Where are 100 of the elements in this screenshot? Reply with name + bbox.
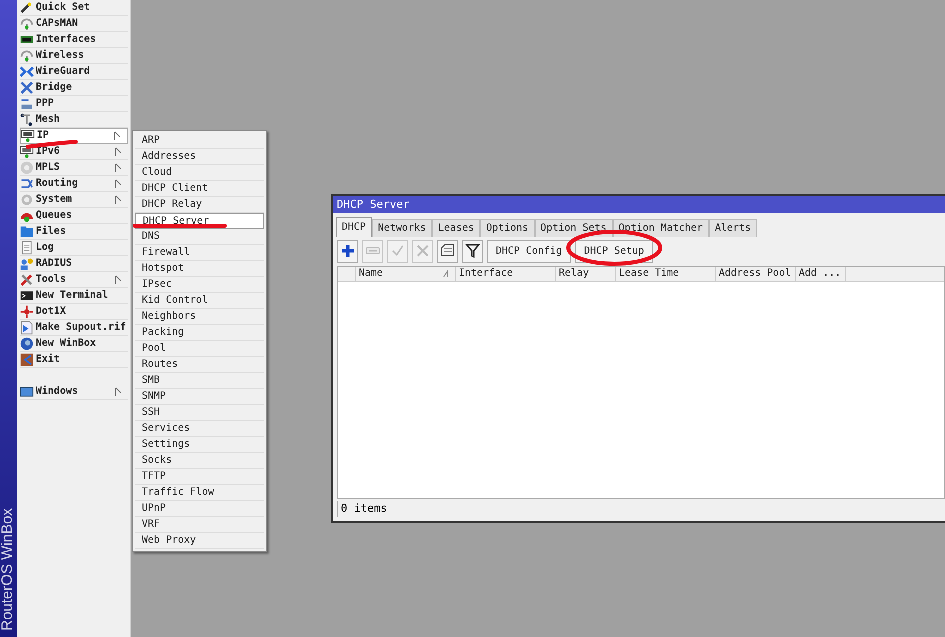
comment-button[interactable] — [437, 240, 458, 262]
menu-label: IPv6 — [36, 144, 60, 158]
menu-item[interactable]: New Terminal — [20, 288, 128, 304]
menu-icon — [20, 336, 34, 350]
menu-icon — [20, 256, 34, 270]
submenu-item[interactable]: Settings — [135, 437, 264, 453]
menu-label: System — [36, 192, 72, 206]
submenu-item[interactable]: SSH — [135, 405, 264, 421]
tab[interactable]: Options — [480, 219, 535, 237]
menu-label: PPP — [36, 96, 54, 110]
menu-label: Wireless — [36, 48, 84, 62]
tab[interactable]: Option Matcher — [612, 219, 710, 237]
tab[interactable]: Networks — [372, 219, 432, 237]
menu-icon — [20, 96, 34, 110]
menu-item[interactable]: Tools — [20, 272, 128, 288]
menu-label: IP — [37, 129, 50, 143]
menu-label: Interfaces — [36, 32, 96, 46]
menu-item[interactable]: IP — [20, 128, 128, 144]
submenu-item[interactable]: Cloud — [135, 165, 264, 181]
menu-icon — [20, 352, 34, 366]
menu-item[interactable]: WireGuard — [20, 64, 128, 80]
column-header: Relay — [556, 267, 616, 281]
menu-label: MPLS — [36, 160, 60, 174]
sort-icon — [443, 270, 449, 278]
toolbar-button[interactable]: DHCP Config — [487, 240, 572, 262]
menu-item[interactable]: Make Supout.rif — [20, 320, 128, 336]
menu-label: CAPsMAN — [36, 16, 78, 30]
status-text: 0 items — [337, 501, 945, 517]
add-button[interactable] — [337, 240, 358, 262]
menu-icon — [20, 304, 34, 318]
menu-icon — [20, 176, 34, 190]
menu-icon — [20, 240, 34, 254]
menu-label: New WinBox — [36, 336, 96, 350]
filter-icon — [464, 243, 480, 259]
menu-icon — [20, 192, 34, 206]
submenu-item[interactable]: Services — [135, 421, 264, 437]
menu-item[interactable]: Quick Set — [20, 0, 128, 16]
submenu-item[interactable]: Pool — [135, 341, 264, 357]
submenu-item[interactable]: IPsec — [135, 277, 264, 293]
enable-icon — [390, 243, 406, 259]
submenu-item[interactable]: Addresses — [135, 149, 264, 165]
menu-label: New Terminal — [36, 288, 108, 302]
menu-item[interactable]: Dot1X — [20, 304, 128, 320]
submenu-item[interactable]: Firewall — [135, 245, 264, 261]
menu-icon — [20, 112, 34, 126]
submenu-item[interactable]: ARP — [135, 133, 264, 149]
menu-item[interactable]: Log — [20, 240, 128, 256]
menu-icon — [21, 129, 35, 143]
menu-item[interactable]: PPP — [20, 96, 128, 112]
menu-item[interactable]: IPv6 — [20, 144, 128, 160]
submenu-item[interactable]: Packing — [135, 325, 264, 341]
tab[interactable]: DHCP — [336, 217, 372, 237]
submenu-item[interactable]: SMB — [135, 373, 264, 389]
menu-item[interactable]: Files — [20, 224, 128, 240]
menu-icon — [20, 384, 34, 398]
window-title: DHCP Server — [333, 196, 945, 213]
submenu-item[interactable]: DHCP Client — [135, 181, 264, 197]
menu-item[interactable]: MPLS — [20, 160, 128, 176]
menu-item[interactable]: Exit — [20, 352, 128, 368]
menu-item[interactable]: Wireless — [20, 48, 128, 64]
menu-label: Bridge — [36, 80, 72, 94]
tab[interactable]: Alerts — [709, 219, 758, 237]
filter-button[interactable] — [462, 240, 483, 262]
menu-label: Exit — [36, 352, 60, 366]
menu-icon — [20, 288, 34, 302]
menu-icon — [20, 48, 34, 62]
submenu-item[interactable]: Socks — [135, 453, 264, 469]
menu-icon — [20, 16, 34, 30]
submenu-item[interactable]: Neighbors — [135, 309, 264, 325]
menu-item[interactable]: Bridge — [20, 80, 128, 96]
submenu-item[interactable]: DNS — [135, 229, 264, 245]
submenu-item[interactable]: Hotspot — [135, 261, 264, 277]
menu-item[interactable]: CAPsMAN — [20, 16, 128, 32]
submenu-item[interactable]: Kid Control — [135, 293, 264, 309]
menu-item[interactable]: Windows — [20, 384, 128, 400]
toolbar-button[interactable]: DHCP Setup — [575, 240, 654, 262]
tab[interactable]: Leases — [432, 219, 480, 237]
menu-item[interactable]: Routing — [20, 176, 128, 192]
menu-label: WireGuard — [36, 64, 90, 78]
submenu-item[interactable]: Traffic Flow — [135, 485, 264, 501]
column-header: Address Pool — [716, 267, 796, 281]
submenu-item[interactable]: VRF — [135, 517, 264, 533]
menu-item[interactable]: New WinBox — [20, 336, 128, 352]
menu-item[interactable]: System — [20, 192, 128, 208]
banner-text: RouterOS WinBox — [0, 508, 16, 631]
disable-icon — [414, 243, 430, 259]
menu-item[interactable]: Interfaces — [20, 32, 128, 48]
submenu-item[interactable]: Routes — [135, 357, 264, 373]
menu-label: Tools — [36, 272, 66, 286]
comment-icon — [440, 243, 456, 259]
menu-icon — [20, 320, 34, 334]
menu-label: Mesh — [36, 112, 60, 126]
menu-item[interactable]: Queues — [20, 208, 128, 224]
menu-label: Dot1X — [36, 304, 66, 318]
submenu-item[interactable]: UPnP — [135, 501, 264, 517]
submenu-item[interactable]: Web Proxy — [135, 533, 264, 549]
submenu-item[interactable]: SNMP — [135, 389, 264, 405]
tab[interactable]: Option Sets — [534, 219, 613, 237]
submenu-item[interactable]: TFTP — [135, 469, 264, 485]
menu-item[interactable]: RADIUS — [20, 256, 128, 272]
